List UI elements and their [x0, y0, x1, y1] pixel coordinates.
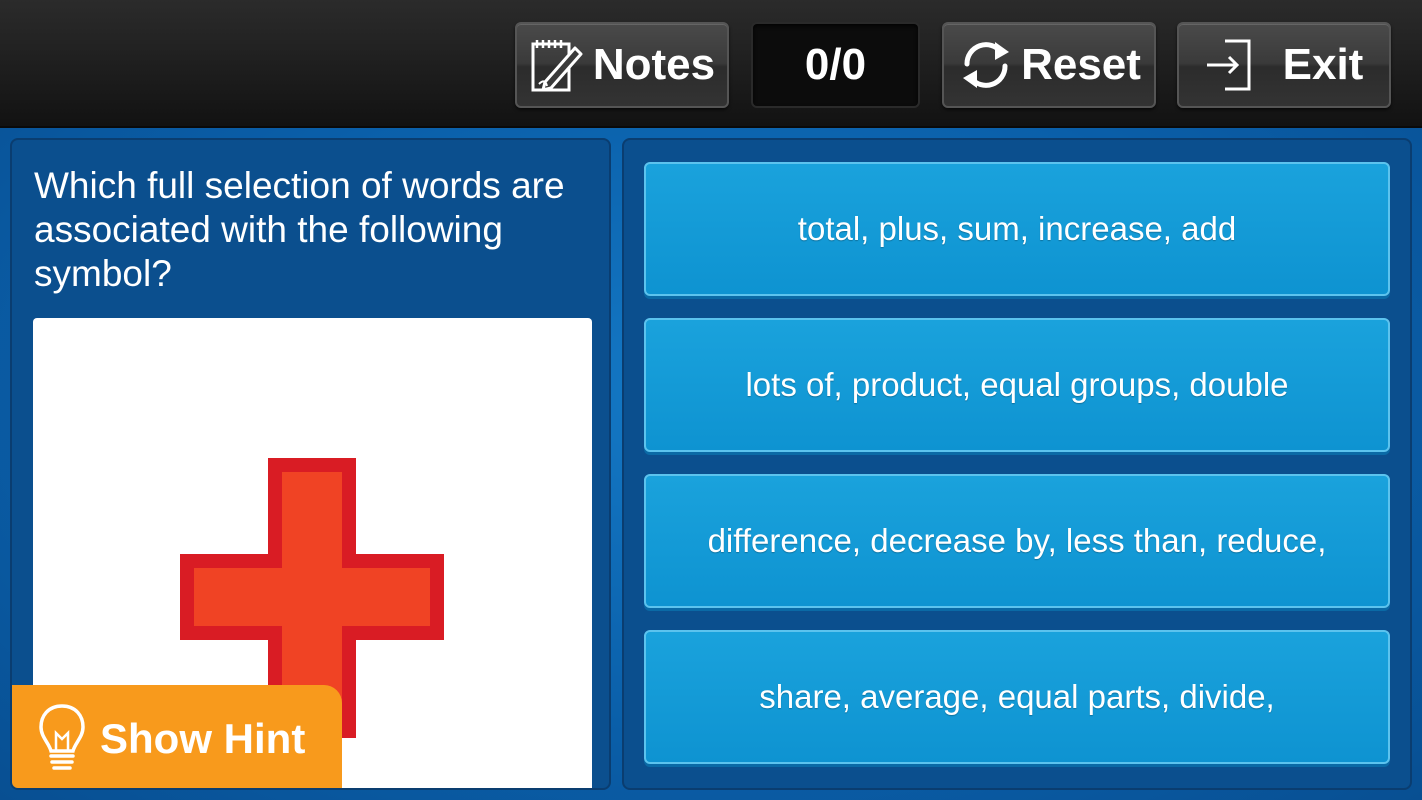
answer-option-2[interactable]: lots of, product, equal groups, double	[644, 318, 1390, 452]
show-hint-label: Show Hint	[100, 714, 306, 762]
lightbulb-icon	[39, 703, 85, 770]
question-text: Which full selection of words are associ…	[34, 165, 565, 294]
reset-label: Reset	[1021, 40, 1141, 89]
score-value: 0/0	[804, 40, 867, 89]
exit-label: Exit	[1282, 40, 1364, 89]
answers-panel: total, plus, sum, increase, add lots of,…	[622, 138, 1412, 790]
refresh-icon	[963, 42, 1010, 88]
exit-button[interactable]: Exit	[1177, 22, 1391, 108]
top-toolbar: Notes 0/0 Reset Exit	[0, 0, 1422, 128]
reset-button[interactable]: Reset	[942, 22, 1156, 108]
notepad-pencil-icon	[531, 40, 583, 92]
answer-option-text: total, plus, sum, increase, add	[797, 210, 1237, 247]
answer-option-3[interactable]: difference, decrease by, less than, redu…	[644, 474, 1390, 608]
answer-option-4[interactable]: share, average, equal parts, divide,	[644, 630, 1390, 764]
question-panel: Which full selection of words are associ…	[10, 138, 611, 790]
answer-option-text: lots of, product, equal groups, double	[745, 366, 1289, 403]
answer-option-text: difference, decrease by, less than, redu…	[707, 522, 1327, 559]
exit-door-icon	[1206, 39, 1251, 91]
score-display: 0/0	[751, 22, 920, 108]
quiz-area: Which full selection of words are associ…	[0, 128, 1422, 800]
answer-option-text: share, average, equal parts, divide,	[759, 678, 1275, 715]
show-hint-button[interactable]: Show Hint	[12, 685, 342, 788]
notes-label: Notes	[592, 40, 716, 89]
notes-button[interactable]: Notes	[515, 22, 729, 108]
answer-option-1[interactable]: total, plus, sum, increase, add	[644, 162, 1390, 296]
